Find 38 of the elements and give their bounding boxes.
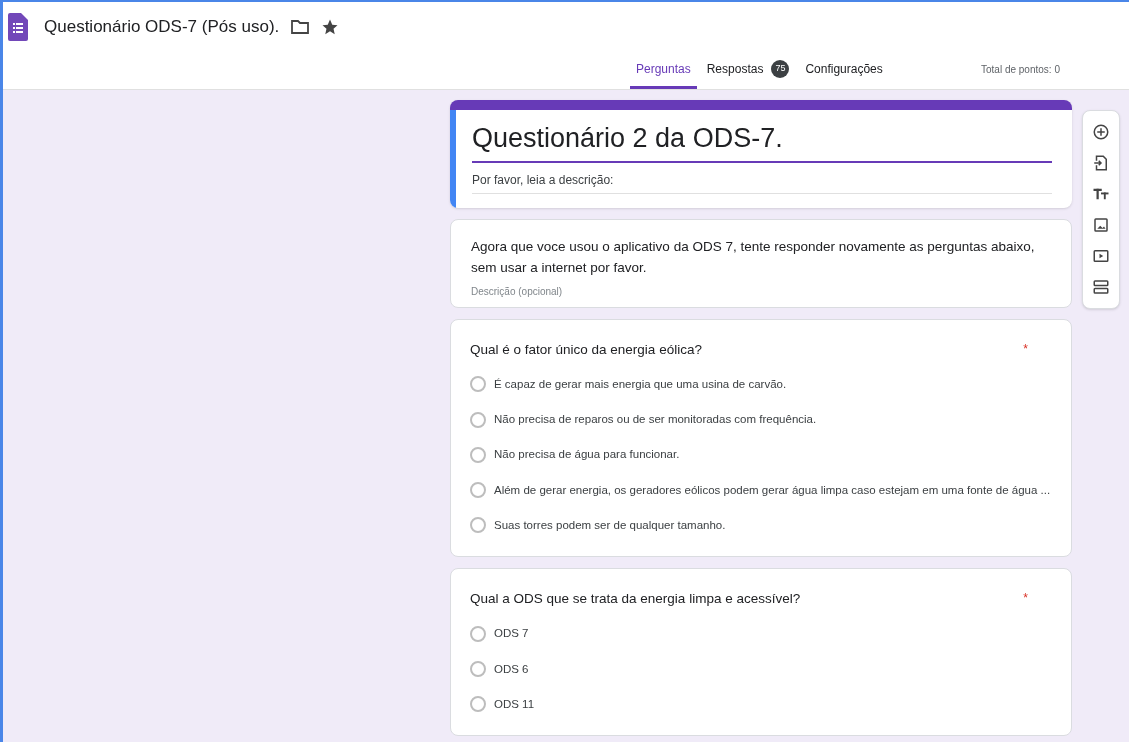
option-label[interactable]: Além de gerar energia, os geradores eólicos podem gerar água limpa caso estejam em uma fonte de água ... (494, 481, 1051, 499)
option-label[interactable]: Não precisa de água para funcionar. (494, 446, 680, 464)
required-mark: * (1023, 590, 1028, 607)
description-placeholder[interactable]: Descrição (opcional) (471, 283, 1051, 299)
radio-button[interactable] (470, 625, 486, 642)
radio-button[interactable] (470, 517, 486, 534)
option-label[interactable]: ODS 11 (494, 695, 535, 713)
radio-button[interactable] (470, 376, 486, 393)
option-label[interactable]: É capaz de gerar mais energia que uma usina de carvão. (494, 375, 787, 393)
add-question-icon[interactable] (1092, 123, 1110, 141)
radio-button[interactable] (470, 411, 486, 428)
question-title[interactable]: Qual é o fator único da energia eólica? (470, 339, 702, 360)
total-points: Total de pontos: 0 (981, 63, 1060, 77)
tab[interactable]: Perguntas (630, 52, 697, 89)
document-title[interactable]: Questionário ODS-7 (Pós uso). (44, 14, 280, 40)
radio-button[interactable] (470, 696, 486, 713)
star-icon[interactable] (321, 18, 340, 36)
video-icon[interactable] (1092, 247, 1110, 265)
count-badge: 75 (771, 60, 790, 78)
folder-icon[interactable] (291, 20, 310, 34)
option-label[interactable]: ODS 6 (494, 660, 529, 678)
forms-logo-icon[interactable] (8, 13, 28, 41)
tab[interactable]: Configurações (799, 52, 889, 89)
option-label[interactable]: ODS 7 (494, 625, 529, 643)
image-icon[interactable] (1092, 216, 1110, 234)
radio-button[interactable] (470, 446, 486, 463)
section-text[interactable]: Agora que voce usou o aplicativo da ODS 7, tente responder novamente as perguntas abaixo, sem usar a internet por favor. (471, 235, 1051, 278)
form-description[interactable]: Por favor, leia a descrição: (472, 162, 1052, 194)
form-title[interactable]: Questionário 2 da ODS-7. (472, 118, 1052, 163)
section-icon[interactable] (1092, 278, 1110, 296)
import-icon[interactable] (1092, 154, 1110, 172)
question-title[interactable]: Qual a ODS que se trata da energia limpa e acessível? (470, 589, 801, 610)
tab[interactable]: Respostas 75 (700, 52, 796, 89)
required-mark: * (1023, 340, 1028, 358)
radio-button[interactable] (470, 482, 486, 499)
option-label[interactable]: Suas torres podem ser de qualquer tamanho. (494, 516, 726, 534)
radio-button[interactable] (470, 661, 486, 678)
option-label[interactable]: Não precisa de reparos ou de ser monitoradas com frequência. (494, 411, 817, 429)
